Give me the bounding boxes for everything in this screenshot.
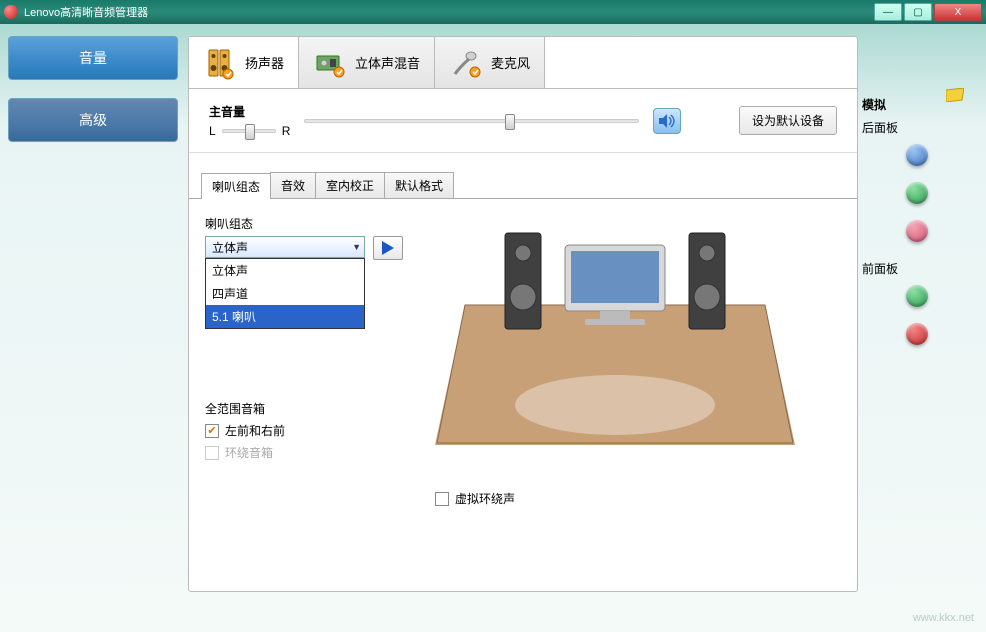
microphone-icon (449, 46, 483, 80)
subtab-sound-effect[interactable]: 音效 (270, 172, 316, 198)
tab-microphone-label: 麦克风 (491, 53, 530, 72)
play-icon (382, 241, 394, 255)
full-range-title: 全范围音箱 (205, 400, 425, 417)
mute-button[interactable] (653, 108, 681, 134)
jack-front-green[interactable] (906, 285, 928, 307)
checkbox-surround (205, 446, 219, 460)
master-volume-slider[interactable] (304, 119, 639, 123)
master-volume-label: 主音量 (209, 103, 290, 120)
nav-volume[interactable]: 音量 (8, 36, 178, 80)
speaker-config-title: 喇叭组态 (205, 215, 425, 232)
subtab-default-format[interactable]: 默认格式 (384, 172, 454, 198)
minimize-button[interactable]: — (874, 3, 902, 21)
checkbox-front-lr-label: 左前和右前 (225, 422, 285, 439)
test-play-button[interactable] (373, 236, 403, 260)
jack-front-red[interactable] (906, 323, 928, 345)
sub-tabs: 喇叭组态 音效 室内校正 默认格式 (189, 169, 857, 199)
app-icon (4, 5, 18, 19)
subtab-speaker-config[interactable]: 喇叭组态 (201, 173, 271, 199)
room-visual: 虚拟环绕声 (425, 215, 841, 575)
option-51[interactable]: 5.1 喇叭 (206, 305, 364, 328)
close-button[interactable]: X (934, 3, 982, 21)
option-stereo[interactable]: 立体声 (206, 259, 364, 282)
main-panel: 扬声器 立体声混音 麦克风 主音量 L R (188, 36, 858, 592)
jack-rear-blue[interactable] (906, 144, 928, 166)
checkbox-surround-label: 环绕音箱 (225, 444, 273, 461)
room-illustration (435, 215, 795, 475)
tab-stereo-mix[interactable]: 立体声混音 (299, 37, 435, 88)
subtab-room-correction[interactable]: 室内校正 (315, 172, 385, 198)
folder-icon[interactable] (946, 88, 964, 102)
checkbox-front-lr[interactable]: ✔ (205, 424, 219, 438)
jack-rear-green[interactable] (906, 182, 928, 204)
watermark: www.kkx.net (913, 612, 974, 624)
tab-speaker-label: 扬声器 (245, 53, 284, 72)
window-title: Lenovo高清晰音频管理器 (24, 4, 148, 20)
speaker-icon (203, 46, 237, 80)
maximize-button[interactable]: ▢ (904, 3, 932, 21)
balance-right-label: R (282, 124, 291, 138)
option-quad[interactable]: 四声道 (206, 282, 364, 305)
rear-panel-label: 后面板 (862, 119, 972, 136)
balance-left-label: L (209, 124, 216, 138)
tab-microphone[interactable]: 麦克风 (435, 37, 545, 88)
checkbox-virtual-surround[interactable] (435, 492, 449, 506)
tab-content: 喇叭组态 立体声 立体声 四声道 5.1 喇叭 全范围音箱 ✔ 左前和右前 (189, 199, 857, 591)
front-panel-label: 前面板 (862, 260, 972, 277)
jack-rear-pink[interactable] (906, 220, 928, 242)
tab-stereo-mix-label: 立体声混音 (355, 53, 420, 72)
device-tabs: 扬声器 立体声混音 麦克风 (189, 37, 857, 89)
soundcard-icon (313, 46, 347, 80)
set-default-button[interactable]: 设为默认设备 (739, 106, 837, 135)
nav-advanced[interactable]: 高级 (8, 98, 178, 142)
balance-slider[interactable] (222, 129, 276, 133)
master-volume-row: 主音量 L R 设为默认设备 (189, 89, 857, 153)
tab-speaker[interactable]: 扬声器 (189, 37, 299, 88)
speaker-config-dropdown: 立体声 四声道 5.1 喇叭 (205, 258, 365, 329)
speaker-config-combobox[interactable]: 立体声 立体声 四声道 5.1 喇叭 (205, 236, 365, 258)
title-bar: Lenovo高清晰音频管理器 — ▢ X (0, 0, 986, 24)
side-nav: 音量 高级 (8, 36, 178, 150)
virtual-surround-label: 虚拟环绕声 (455, 490, 515, 507)
connector-panel: 模拟 后面板 前面板 (862, 96, 972, 361)
speaker-config-selected[interactable]: 立体声 (205, 236, 365, 258)
